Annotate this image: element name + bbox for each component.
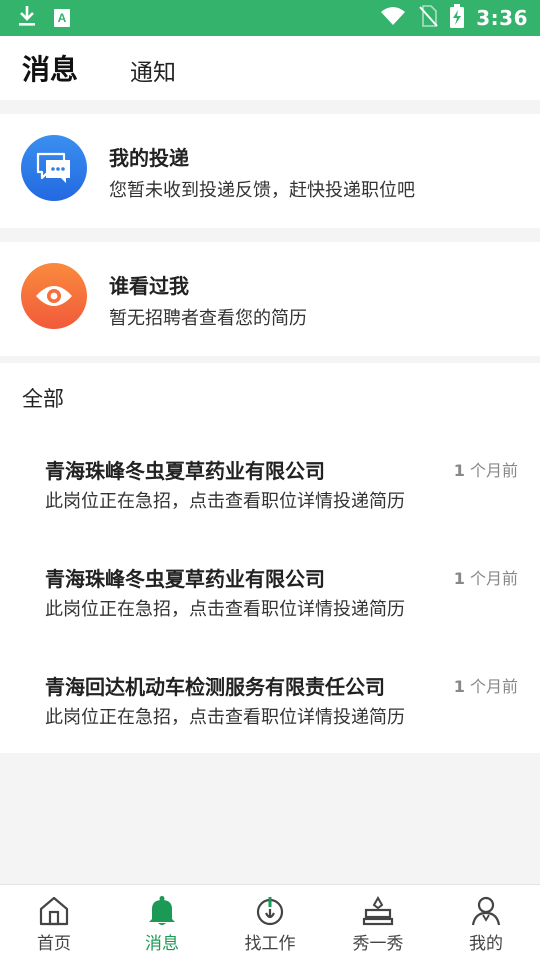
company-name: 青海回达机动车检测服务有限责任公司: [45, 675, 385, 699]
header: 消息 通知: [0, 36, 540, 100]
no-sim-icon: [418, 5, 438, 31]
download-icon: [16, 4, 38, 32]
card-description: 您暂未收到投递反馈，赶快投递职位吧: [109, 180, 415, 201]
message-preview: 此岗位正在急招，点击查看职位详情投递简历: [45, 599, 405, 620]
list-item[interactable]: 青海珠峰冬虫夏草药业有限公司 1 个月前 此岗位正在急招，点击查看职位详情投递简…: [0, 563, 540, 671]
message-time: 1 个月前: [453, 461, 518, 480]
list-item[interactable]: 青海回达机动车检测服务有限责任公司 1 个月前 此岗位正在急招，点击查看职位详情…: [0, 671, 540, 779]
tab-label: 秀一秀: [352, 934, 404, 954]
tab-label: 我的: [469, 934, 503, 954]
tab-profile[interactable]: 我的: [432, 885, 540, 960]
battery-charging-icon: [450, 4, 465, 32]
tab-show[interactable]: 秀一秀: [324, 885, 432, 960]
message-preview: 此岗位正在急招，点击查看职位详情投递简历: [45, 491, 405, 512]
show-icon: [362, 895, 394, 926]
tab-label: 首页: [37, 934, 71, 954]
my-deliveries-card[interactable]: 我的投递 您暂未收到投递反馈，赶快投递职位吧: [0, 114, 540, 228]
list-item[interactable]: 青海珠峰冬虫夏草药业有限公司 1 个月前 此岗位正在急招，点击查看职位详情投递简…: [0, 455, 540, 563]
wifi-icon: [380, 6, 406, 30]
message-time: 1 个月前: [453, 569, 518, 588]
chat-bubble-icon: [21, 135, 87, 201]
tab-notifications[interactable]: 通知: [130, 53, 176, 87]
company-name: 青海珠峰冬虫夏草药业有限公司: [45, 567, 325, 591]
company-name: 青海珠峰冬虫夏草药业有限公司: [45, 459, 325, 483]
bell-icon: [149, 896, 175, 925]
job-search-icon: [256, 897, 284, 926]
tab-messages[interactable]: 消息: [22, 48, 78, 88]
all-messages-section: 全部 青海珠峰冬虫夏草药业有限公司 1 个月前 此岗位正在急招，点击查看职位详情…: [0, 363, 540, 753]
tab-messages-nav[interactable]: 消息: [108, 885, 216, 960]
home-icon: [39, 896, 69, 926]
clock: 3:36: [476, 6, 528, 30]
profile-icon: [471, 896, 501, 926]
message-time: 1 个月前: [453, 677, 518, 696]
who-viewed-me-card[interactable]: 谁看过我 暂无招聘者查看您的简历: [0, 242, 540, 356]
tab-home[interactable]: 首页: [0, 885, 108, 960]
card-description: 暂无招聘者查看您的简历: [109, 308, 307, 329]
card-title: 我的投递: [109, 146, 189, 170]
tab-label: 消息: [145, 934, 179, 954]
eye-icon: [21, 263, 87, 329]
a-icon: A: [54, 9, 70, 27]
bottom-tab-bar: 首页 消息 找工作 秀一秀 我的: [0, 884, 540, 960]
message-preview: 此岗位正在急招，点击查看职位详情投递简历: [45, 707, 405, 728]
tab-label: 找工作: [244, 934, 296, 954]
card-title: 谁看过我: [109, 274, 189, 298]
section-label: 全部: [22, 387, 64, 411]
status-bar: A 3:36: [0, 0, 540, 36]
tab-find-job[interactable]: 找工作: [216, 885, 324, 960]
